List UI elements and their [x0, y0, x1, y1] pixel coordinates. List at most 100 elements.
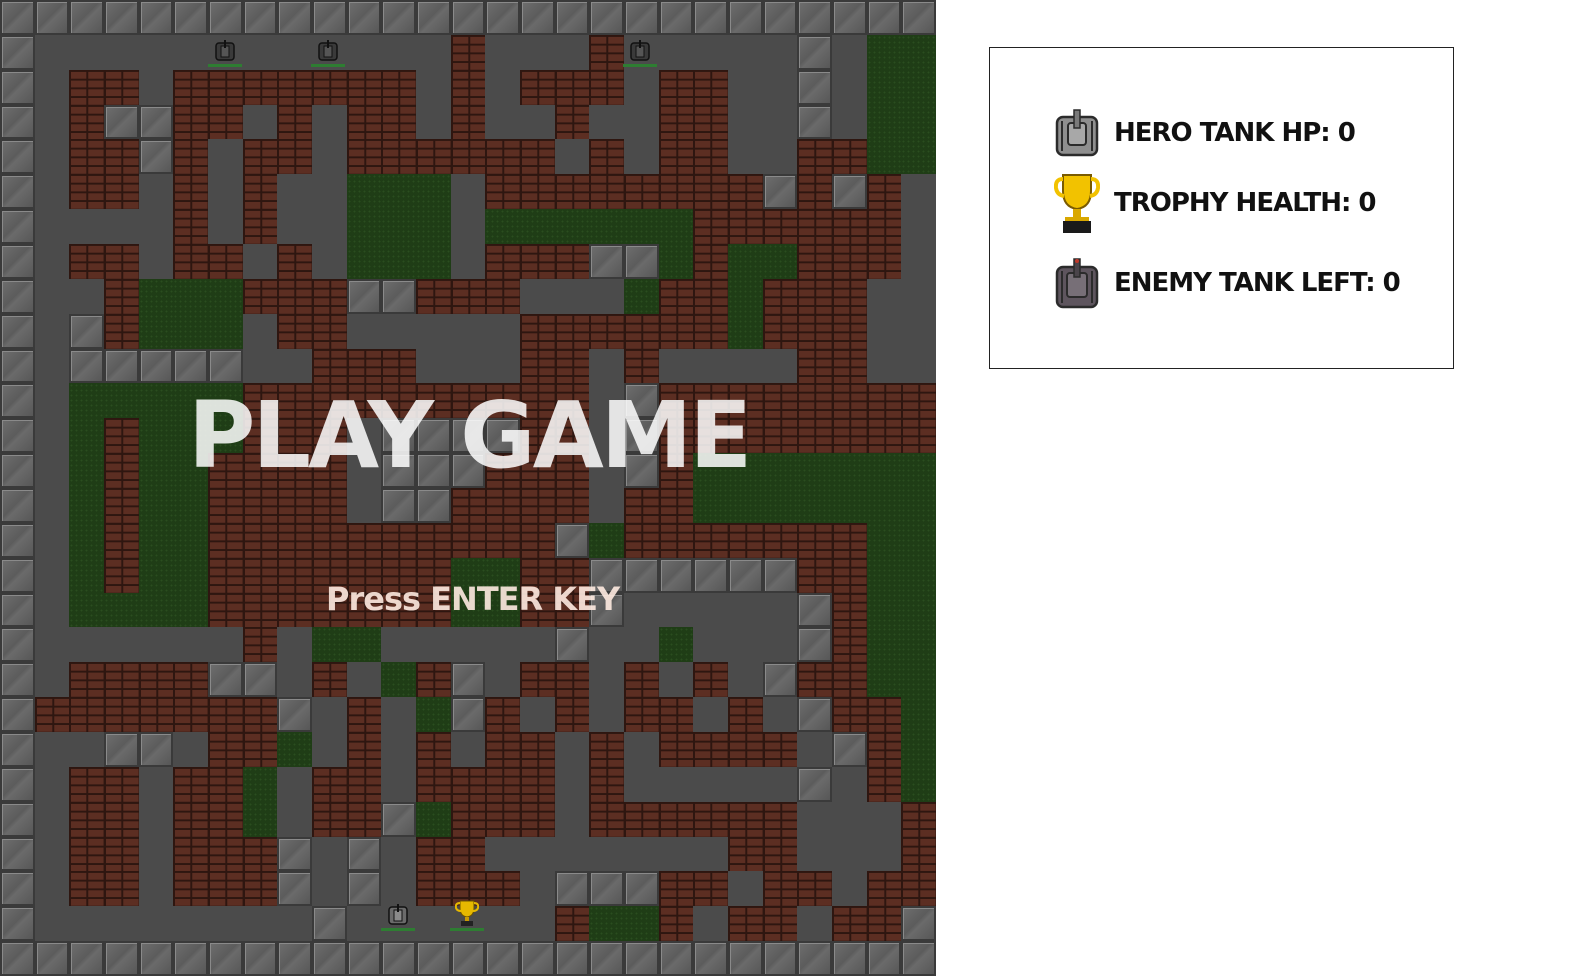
- steel-wall-tile: [0, 522, 35, 558]
- grass-tile: [762, 453, 798, 488]
- brick-wall-tile: [104, 836, 139, 872]
- steel-wall-tile: [312, 906, 347, 942]
- grass-tile: [901, 697, 936, 732]
- brick-wall-tile: [693, 801, 728, 837]
- brick-wall-tile: [554, 348, 590, 384]
- grass-tile: [381, 244, 416, 279]
- steel-wall-tile: [797, 697, 832, 732]
- grass-tile: [866, 488, 902, 523]
- trophy-health-row: TROPHY HEALTH: 0: [1052, 174, 1376, 233]
- steel-wall-tile: [69, 313, 104, 349]
- grass-tile: [901, 732, 936, 767]
- brick-wall-tile: [485, 244, 520, 279]
- grass-tile: [901, 557, 936, 593]
- enemy-tank: [313, 38, 343, 64]
- grass-tile: [416, 209, 451, 244]
- steel-wall-tile: [0, 348, 35, 384]
- brick-wall-tile: [589, 801, 624, 837]
- steel-wall-tile: [797, 592, 832, 628]
- brick-wall-tile: [728, 836, 763, 872]
- grass-tile: [901, 139, 936, 175]
- grass-tile: [416, 244, 451, 279]
- steel-wall-tile: [624, 941, 659, 976]
- grass-tile: [624, 209, 659, 244]
- steel-wall-tile: [138, 941, 174, 976]
- steel-wall-tile: [173, 348, 208, 384]
- steel-wall-tile: [797, 766, 832, 802]
- grass-tile: [173, 313, 208, 349]
- steel-wall-tile: [277, 871, 312, 907]
- brick-wall-tile: [693, 313, 728, 349]
- brick-wall-tile: [554, 662, 590, 698]
- game-board[interactable]: PLAY GAME Press ENTER KEY: [0, 0, 936, 976]
- grass-tile: [624, 278, 659, 314]
- brick-wall-tile: [346, 766, 382, 802]
- steel-wall-tile: [658, 0, 694, 35]
- brick-wall-tile: [138, 697, 174, 732]
- grass-tile: [69, 557, 104, 593]
- steel-wall-tile: [208, 941, 243, 976]
- brick-wall-tile: [693, 244, 728, 279]
- brick-wall-tile: [832, 313, 867, 349]
- brick-wall-tile: [450, 836, 486, 872]
- steel-wall-tile: [554, 627, 590, 663]
- steel-wall-tile: [832, 174, 867, 210]
- brick-wall-tile: [658, 732, 694, 767]
- grass-tile: [138, 418, 174, 454]
- brick-wall-tile: [104, 557, 139, 593]
- steel-wall-tile: [69, 348, 104, 384]
- brick-wall-tile: [104, 174, 139, 210]
- brick-wall-tile: [69, 69, 104, 105]
- steel-wall-tile: [312, 941, 347, 976]
- steel-wall-tile: [381, 801, 416, 837]
- steel-wall-tile: [624, 244, 659, 279]
- grass-tile: [346, 244, 382, 279]
- brick-wall-tile: [208, 522, 243, 558]
- steel-wall-tile: [450, 0, 486, 35]
- grass-tile: [658, 627, 694, 663]
- brick-wall-tile: [277, 313, 312, 349]
- steel-wall-tile: [277, 836, 312, 872]
- steel-wall-tile: [208, 348, 243, 384]
- grass-tile: [797, 453, 832, 488]
- brick-wall-tile: [485, 766, 520, 802]
- brick-wall-tile: [658, 801, 694, 837]
- brick-wall-tile: [450, 278, 486, 314]
- brick-wall-tile: [832, 557, 867, 593]
- steel-wall-tile: [0, 383, 35, 419]
- brick-wall-tile: [762, 836, 798, 872]
- brick-wall-tile: [485, 488, 520, 523]
- grass-tile: [520, 209, 555, 244]
- grass-tile: [242, 766, 278, 802]
- brick-wall-tile: [450, 104, 486, 140]
- steel-wall-tile: [104, 0, 139, 35]
- brick-wall-tile: [450, 801, 486, 837]
- steel-wall-tile: [0, 453, 35, 488]
- steel-wall-tile: [554, 0, 590, 35]
- brick-wall-tile: [762, 278, 798, 314]
- brick-wall-tile: [520, 766, 555, 802]
- steel-wall-tile: [34, 941, 70, 976]
- steel-wall-tile: [450, 941, 486, 976]
- brick-wall-tile: [485, 871, 520, 907]
- brick-wall-tile: [242, 139, 278, 175]
- steel-wall-tile: [0, 313, 35, 349]
- brick-wall-tile: [866, 174, 902, 210]
- brick-wall-tile: [173, 209, 208, 244]
- brick-wall-tile: [589, 174, 624, 210]
- brick-wall-tile: [138, 662, 174, 698]
- grass-tile: [69, 383, 104, 419]
- steel-wall-tile: [450, 662, 486, 698]
- brick-wall-tile: [797, 244, 832, 279]
- brick-wall-tile: [520, 488, 555, 523]
- brick-wall-tile: [693, 662, 728, 698]
- enemy-tank-hp-bar: [208, 64, 242, 67]
- brick-wall-tile: [277, 488, 312, 523]
- trophy-hp-bar: [450, 928, 484, 931]
- grass-tile: [866, 522, 902, 558]
- steel-wall-tile: [208, 662, 243, 698]
- brick-wall-tile: [762, 418, 798, 454]
- steel-wall-tile: [0, 0, 35, 35]
- grass-tile: [138, 557, 174, 593]
- grass-tile: [728, 313, 763, 349]
